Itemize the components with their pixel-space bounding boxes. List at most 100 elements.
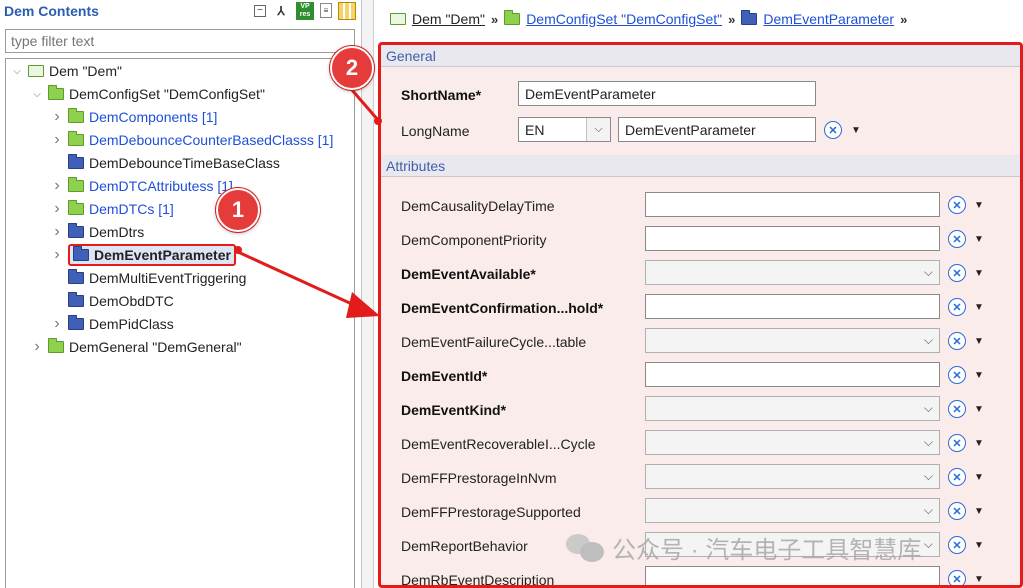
long-name-field[interactable]: DemEventParameter xyxy=(618,117,816,142)
filter-input[interactable] xyxy=(6,30,354,52)
chevron-down-icon[interactable]: ⌵ xyxy=(30,89,44,100)
tree-item[interactable]: › DemDTCAttributess [1] xyxy=(50,175,233,197)
chevron-right-icon[interactable]: › xyxy=(50,200,64,218)
folder-icon xyxy=(68,223,84,238)
attribute-combo[interactable]: ⌵ xyxy=(645,498,940,523)
clear-value-icon[interactable]: ✕ xyxy=(824,121,842,139)
language-select[interactable]: EN ⌵ xyxy=(518,117,611,142)
clear-value-icon[interactable]: ✕ xyxy=(948,230,966,248)
clear-value-icon[interactable]: ✕ xyxy=(948,366,966,384)
short-name-field[interactable]: DemEventParameter xyxy=(518,81,816,106)
breadcrumb-separator-icon[interactable]: » xyxy=(900,12,907,27)
tree-item[interactable]: › DemEventParameter xyxy=(50,244,236,266)
dropdown-menu-icon[interactable]: ▼ xyxy=(974,302,984,313)
chevron-down-icon[interactable]: ⌵ xyxy=(924,265,933,280)
dropdown-menu-icon[interactable]: ▼ xyxy=(974,574,984,585)
chevron-down-icon[interactable]: ⌵ xyxy=(10,66,24,77)
filter-box[interactable] xyxy=(5,29,355,53)
dropdown-menu-icon[interactable]: ▼ xyxy=(974,506,984,517)
clear-value-icon[interactable]: ✕ xyxy=(948,570,966,585)
attribute-combo[interactable]: ⌵ xyxy=(645,328,940,353)
table-icon[interactable] xyxy=(338,2,356,20)
attribute-combo[interactable]: ⌵ xyxy=(645,430,940,455)
dropdown-menu-icon[interactable]: ▼ xyxy=(974,370,984,381)
dropdown-menu-icon[interactable]: ▼ xyxy=(974,234,984,245)
tree-item[interactable]: DemDebounceTimeBaseClass xyxy=(50,152,280,174)
tree-item[interactable]: › DemComponents [1] xyxy=(50,106,217,128)
general-section-header[interactable]: General xyxy=(381,45,1020,67)
tree-item[interactable]: › DemDTCs [1] xyxy=(50,198,174,220)
chevron-right-icon[interactable]: › xyxy=(50,177,64,195)
chevron-right-icon[interactable]: › xyxy=(50,108,64,126)
contents-panel-header: Dem Contents − ⅄ VP res ≡ xyxy=(0,0,362,24)
clear-value-icon[interactable]: ✕ xyxy=(948,196,966,214)
dropdown-menu-icon[interactable]: ▼ xyxy=(974,472,984,483)
folder-icon xyxy=(68,177,84,192)
tree-item[interactable]: ⌵ DemConfigSet "DemConfigSet" xyxy=(30,83,265,105)
chevron-down-icon[interactable]: ⌵ xyxy=(924,537,933,552)
breadcrumb-label: DemConfigSet "DemConfigSet" xyxy=(526,11,723,27)
chevron-down-icon[interactable]: ⌵ xyxy=(586,118,610,141)
short-name-label: ShortName* xyxy=(401,87,482,103)
tree-item[interactable]: DemObdDTC xyxy=(50,290,174,312)
attribute-label: DemEventFailureCycle...table xyxy=(401,334,587,350)
chevron-down-icon[interactable]: ⌵ xyxy=(924,401,933,416)
tree-item[interactable]: › DemDtrs xyxy=(50,221,144,243)
dropdown-menu-icon[interactable]: ▼ xyxy=(974,404,984,415)
clear-value-icon[interactable]: ✕ xyxy=(948,536,966,554)
long-name-label: LongName xyxy=(401,123,470,139)
clear-value-icon[interactable]: ✕ xyxy=(948,468,966,486)
chevron-down-icon[interactable]: ⌵ xyxy=(924,333,933,348)
folder-icon xyxy=(68,131,84,146)
attribute-combo[interactable]: ⌵ xyxy=(645,464,940,489)
dropdown-menu-icon[interactable]: ▼ xyxy=(974,540,984,551)
breadcrumb-item[interactable]: DemConfigSet "DemConfigSet" xyxy=(504,10,723,27)
document-icon[interactable]: ≡ xyxy=(320,3,332,18)
folder-icon xyxy=(73,246,89,261)
tree-item[interactable]: ⌵ Dem "Dem" xyxy=(10,60,122,82)
attribute-input[interactable] xyxy=(645,226,940,251)
chevron-right-icon[interactable]: › xyxy=(50,131,64,149)
chevron-right-icon[interactable]: › xyxy=(30,338,44,356)
tree-item-label: DemMultiEventTriggering xyxy=(89,270,247,286)
attributes-section-header[interactable]: Attributes xyxy=(381,155,1020,177)
chevron-down-icon[interactable]: ⌵ xyxy=(924,435,933,450)
selected-tree-item[interactable]: DemEventParameter xyxy=(68,244,236,266)
chevron-right-icon[interactable]: › xyxy=(50,223,64,241)
short-name-value: DemEventParameter xyxy=(525,86,656,102)
tree-item[interactable]: › DemPidClass xyxy=(50,313,174,335)
link-with-editor-icon[interactable]: ⅄ xyxy=(272,2,290,20)
clear-value-icon[interactable]: ✕ xyxy=(948,264,966,282)
chevron-down-icon[interactable]: ⌵ xyxy=(924,469,933,484)
attribute-combo[interactable]: ⌵ xyxy=(645,396,940,421)
clear-value-icon[interactable]: ✕ xyxy=(948,434,966,452)
dropdown-menu-icon[interactable]: ▼ xyxy=(974,336,984,347)
vp-res-icon[interactable]: VP res xyxy=(296,2,314,20)
panel-splitter[interactable] xyxy=(362,0,374,588)
breadcrumb-separator-icon[interactable]: » xyxy=(728,12,735,27)
attribute-input[interactable] xyxy=(645,192,940,217)
attribute-input[interactable] xyxy=(645,294,940,319)
clear-value-icon[interactable]: ✕ xyxy=(948,502,966,520)
dropdown-menu-icon[interactable]: ▼ xyxy=(974,438,984,449)
collapse-all-icon[interactable]: − xyxy=(254,5,266,17)
clear-value-icon[interactable]: ✕ xyxy=(948,400,966,418)
attribute-input[interactable] xyxy=(645,362,940,387)
language-value: EN xyxy=(525,122,545,138)
breadcrumb-item[interactable]: DemEventParameter xyxy=(741,10,894,27)
attribute-input[interactable] xyxy=(645,566,940,585)
dropdown-menu-icon[interactable]: ▼ xyxy=(851,125,861,136)
dropdown-menu-icon[interactable]: ▼ xyxy=(974,268,984,279)
clear-value-icon[interactable]: ✕ xyxy=(948,332,966,350)
clear-value-icon[interactable]: ✕ xyxy=(948,298,966,316)
chevron-down-icon[interactable]: ⌵ xyxy=(924,503,933,518)
dropdown-menu-icon[interactable]: ▼ xyxy=(974,200,984,211)
tree-item[interactable]: DemMultiEventTriggering xyxy=(50,267,246,289)
attribute-combo[interactable]: ⌵ xyxy=(645,260,940,285)
breadcrumb-item[interactable]: Dem "Dem" xyxy=(390,11,485,27)
tree-item[interactable]: › DemDebounceCounterBasedClasss [1] xyxy=(50,129,333,151)
chevron-right-icon[interactable]: › xyxy=(50,246,64,264)
tree-item[interactable]: › DemGeneral "DemGeneral" xyxy=(30,336,242,358)
chevron-right-icon[interactable]: › xyxy=(50,315,64,333)
breadcrumb-separator-icon[interactable]: » xyxy=(491,12,498,27)
